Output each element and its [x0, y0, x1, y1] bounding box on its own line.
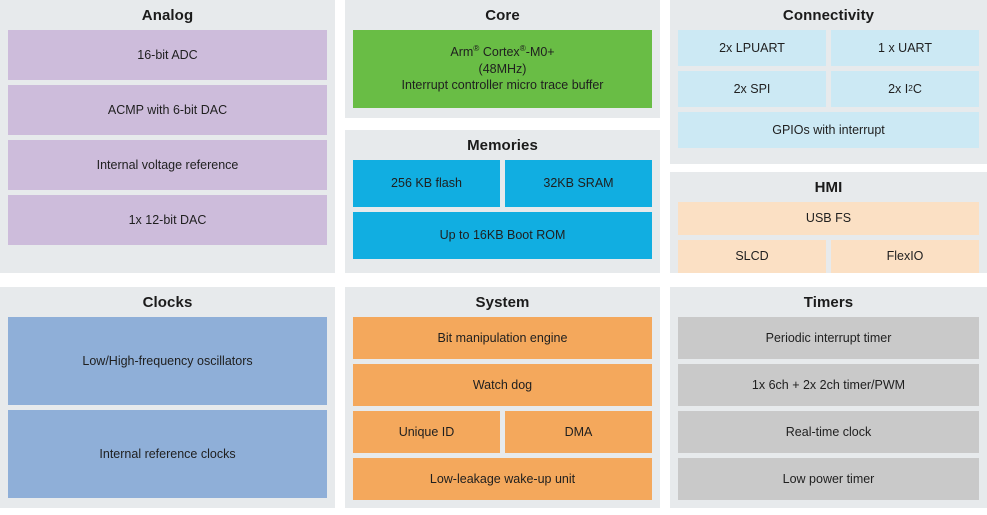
- block-256-kb-flash[interactable]: 256 KB flash: [353, 160, 500, 207]
- block-unique-id[interactable]: Unique ID: [353, 411, 500, 453]
- block-oscillators[interactable]: Low/High-frequency oscillators: [8, 317, 327, 405]
- block-list-system: Bit manipulation engine Watch dog Unique…: [353, 317, 652, 500]
- block-timer-pwm[interactable]: 1x 6ch + 2x 2ch timer/PWM: [678, 364, 979, 406]
- core-line-3-features: Interrupt controller micro trace buffer: [401, 78, 604, 93]
- panel-analog: Analog 16-bit ADC ACMP with 6-bit DAC In…: [0, 0, 335, 273]
- block-diagram: Analog 16-bit ADC ACMP with 6-bit DAC In…: [0, 0, 987, 515]
- block-watch-dog[interactable]: Watch dog: [353, 364, 652, 406]
- panel-title-timers: Timers: [803, 294, 854, 311]
- i2c-label-pre: 2x I: [888, 81, 909, 96]
- panel-connectivity: Connectivity 2x LPUART 1 x UART 2x SPI 2…: [670, 0, 987, 164]
- block-lpuart[interactable]: 2x LPUART: [678, 30, 826, 66]
- block-row-connectivity-1: 2x LPUART 1 x UART: [678, 30, 979, 66]
- block-list-timers: Periodic interrupt timer 1x 6ch + 2x 2ch…: [678, 317, 979, 500]
- core-model-label: -M0+: [525, 45, 555, 60]
- block-periodic-interrupt-timer[interactable]: Periodic interrupt timer: [678, 317, 979, 359]
- block-spi[interactable]: 2x SPI: [678, 71, 826, 107]
- block-row-memories-1: 256 KB flash 32KB SRAM: [353, 160, 652, 207]
- block-internal-reference-clocks[interactable]: Internal reference clocks: [8, 410, 327, 498]
- block-row-connectivity-2: 2x SPI 2x I2C: [678, 71, 979, 107]
- block-low-leakage-wake-up-unit[interactable]: Low-leakage wake-up unit: [353, 458, 652, 500]
- block-i2c[interactable]: 2x I2C: [831, 71, 979, 107]
- block-list-core: Arm® Cortex®-M0+ (48MHz) Interrupt contr…: [353, 30, 652, 108]
- block-bit-manipulation-engine[interactable]: Bit manipulation engine: [353, 317, 652, 359]
- block-row-system-1: Unique ID DMA: [353, 411, 652, 453]
- block-1x-12-bit-dac[interactable]: 1x 12-bit DAC: [8, 195, 327, 245]
- block-list-connectivity: 2x LPUART 1 x UART 2x SPI 2x I2C GPIOs w…: [678, 30, 979, 148]
- block-arm-cortex-m0-plus[interactable]: Arm® Cortex®-M0+ (48MHz) Interrupt contr…: [353, 30, 652, 108]
- block-acmp-with-6-bit-dac[interactable]: ACMP with 6-bit DAC: [8, 85, 327, 135]
- core-line-2-frequency: (48MHz): [478, 61, 527, 76]
- block-row-hmi-1: SLCD FlexIO: [678, 240, 979, 273]
- panel-timers: Timers Periodic interrupt timer 1x 6ch +…: [670, 287, 987, 508]
- core-arm-label: Arm: [450, 45, 474, 60]
- block-list-analog: 16-bit ADC ACMP with 6-bit DAC Internal …: [8, 30, 327, 245]
- panel-clocks: Clocks Low/High-frequency oscillators In…: [0, 287, 335, 508]
- block-low-power-timer[interactable]: Low power timer: [678, 458, 979, 500]
- block-dma[interactable]: DMA: [505, 411, 652, 453]
- panel-memories: Memories 256 KB flash 32KB SRAM Up to 16…: [345, 130, 660, 273]
- panel-title-core: Core: [485, 7, 520, 24]
- panel-title-connectivity: Connectivity: [782, 7, 875, 24]
- core-cortex-label: Cortex: [479, 45, 520, 60]
- block-usb-fs[interactable]: USB FS: [678, 202, 979, 235]
- panel-hmi: HMI USB FS SLCD FlexIO: [670, 172, 987, 273]
- panel-title-analog: Analog: [141, 7, 194, 24]
- block-real-time-clock[interactable]: Real-time clock: [678, 411, 979, 453]
- panel-title-memories: Memories: [467, 137, 538, 154]
- panel-title-hmi: HMI: [814, 179, 843, 196]
- block-boot-rom[interactable]: Up to 16KB Boot ROM: [353, 212, 652, 259]
- panel-title-clocks: Clocks: [142, 294, 193, 311]
- panel-system: System Bit manipulation engine Watch dog…: [345, 287, 660, 508]
- block-internal-voltage-reference[interactable]: Internal voltage reference: [8, 140, 327, 190]
- block-list-clocks: Low/High-frequency oscillators Internal …: [8, 317, 327, 498]
- block-list-memories: 256 KB flash 32KB SRAM Up to 16KB Boot R…: [353, 160, 652, 259]
- block-list-hmi: USB FS SLCD FlexIO: [678, 202, 979, 273]
- block-slcd[interactable]: SLCD: [678, 240, 826, 273]
- i2c-label-post: C: [912, 81, 922, 96]
- panel-core: Core Arm® Cortex®-M0+ (48MHz) Interrupt …: [345, 0, 660, 118]
- block-gpios-with-interrupt[interactable]: GPIOs with interrupt: [678, 112, 979, 148]
- core-block-text: Arm® Cortex®-M0+ (48MHz) Interrupt contr…: [402, 44, 604, 94]
- block-16-bit-adc[interactable]: 16-bit ADC: [8, 30, 327, 80]
- core-line-1: Arm® Cortex®-M0+: [402, 44, 604, 61]
- block-flexio[interactable]: FlexIO: [831, 240, 979, 273]
- block-32kb-sram[interactable]: 32KB SRAM: [505, 160, 652, 207]
- block-uart[interactable]: 1 x UART: [831, 30, 979, 66]
- panel-title-system: System: [475, 294, 530, 311]
